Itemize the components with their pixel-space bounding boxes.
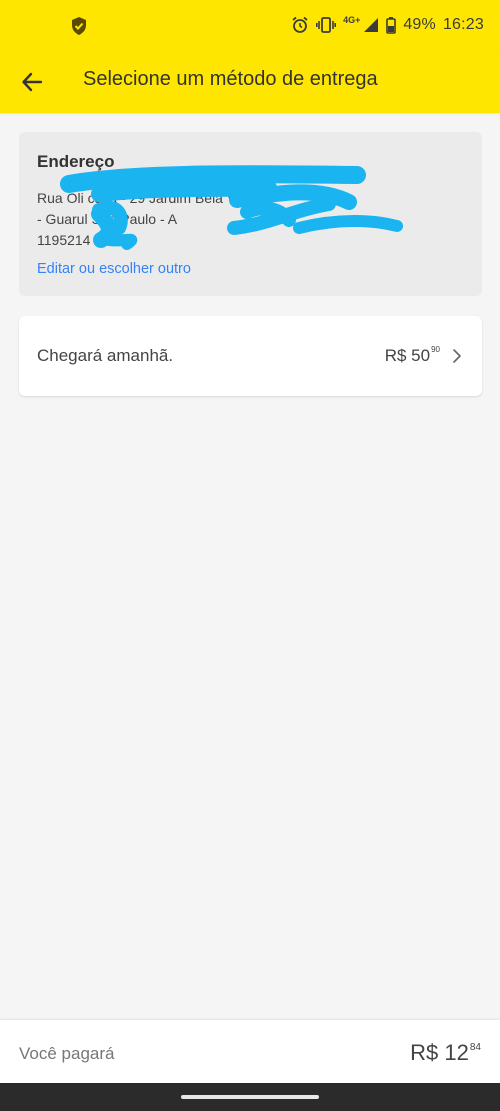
network-type-label: 4G+	[343, 15, 361, 25]
payment-footer: Você pagará R$ 1284	[0, 1020, 500, 1083]
total-label: Você pagará	[19, 1044, 115, 1063]
shipping-option-price: R$ 5090	[384, 345, 440, 366]
edit-address-link[interactable]: Editar ou escolher outro	[37, 261, 191, 277]
shipping-price-main: R$ 50	[384, 346, 431, 365]
page-title: Selecione um método de entrega	[83, 68, 378, 90]
chevron-right-icon	[453, 349, 461, 363]
battery-icon	[386, 16, 397, 34]
back-button[interactable]	[14, 64, 50, 100]
vibrate-icon	[316, 17, 337, 33]
signal-icon	[363, 17, 379, 33]
address-title: Endereço	[37, 152, 115, 171]
system-nav-bar	[0, 1083, 500, 1111]
battery-percent: 49%	[403, 16, 436, 33]
total-cents: 84	[469, 1042, 481, 1053]
address-line-1: Rua Oli casa - 29 Jardim Bela Vista	[37, 190, 258, 206]
status-icons: 4G+ 49% 16:23	[291, 13, 484, 37]
shipping-price-cents: 90	[431, 345, 440, 354]
shipping-option-card[interactable]: Chegará amanhã. R$ 5090	[19, 316, 482, 396]
address-line-3: 1195214	[37, 232, 91, 248]
shipping-option-label: Chegará amanhã.	[37, 346, 174, 365]
clock: 16:23	[442, 16, 484, 33]
arrow-left-icon	[22, 72, 43, 92]
home-gesture-handle[interactable]	[181, 1095, 319, 1099]
total-amount: R$ 1284	[410, 1040, 481, 1066]
total-main: R$ 12	[410, 1040, 469, 1065]
address-card: Endereço Rua Oli casa - 29 Jardim Bela V…	[19, 132, 482, 296]
shield-check-icon	[70, 16, 88, 41]
address-line-2: - Guarul São Paulo - A	[37, 211, 178, 227]
app-bar: Selecione um método de entrega	[0, 50, 500, 113]
alarm-icon	[291, 16, 309, 34]
status-bar: 4G+ 49% 16:23	[0, 0, 500, 50]
